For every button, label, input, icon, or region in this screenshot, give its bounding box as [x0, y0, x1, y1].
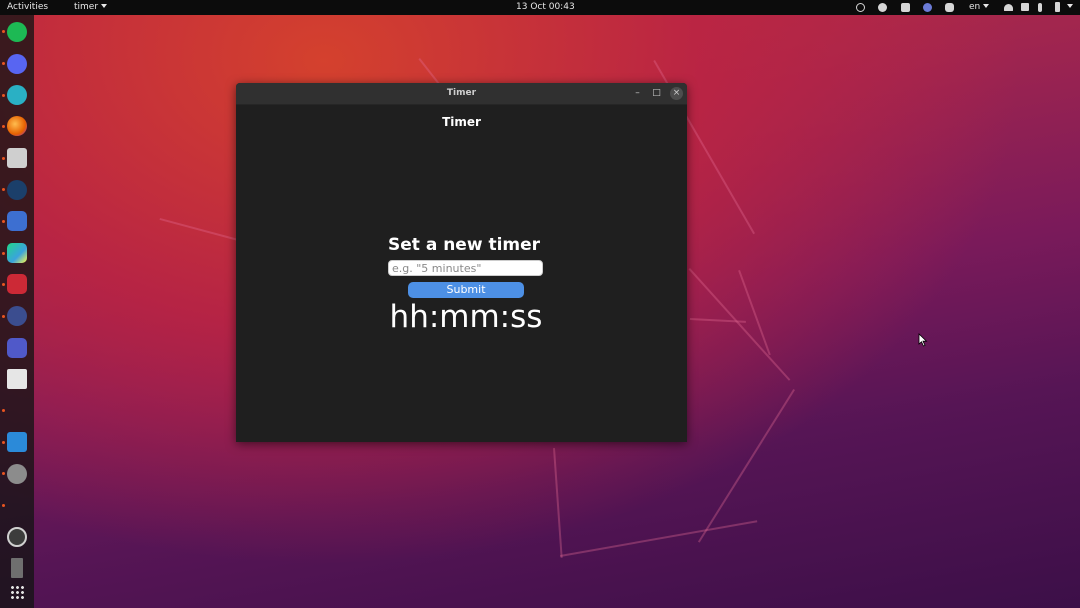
submit-button[interactable]: Submit: [408, 282, 524, 298]
running-indicator: [2, 157, 5, 160]
chevron-down-icon: [1067, 4, 1073, 8]
window-titlebar[interactable]: Timer – □ ×: [236, 83, 687, 105]
mail-icon[interactable]: [7, 85, 27, 105]
close-button[interactable]: ×: [670, 87, 683, 100]
app-menu-label: timer: [74, 2, 99, 12]
dock: [0, 15, 34, 608]
steam-tray-icon[interactable]: [878, 3, 887, 12]
steam-icon[interactable]: [7, 180, 27, 200]
battery-icon[interactable]: [1055, 2, 1060, 12]
screenshot-tool-icon[interactable]: [7, 211, 27, 231]
timer-window: Timer – □ × Timer Set a new timer Submit…: [236, 83, 687, 442]
running-indicator: [2, 125, 5, 128]
pycharm-icon[interactable]: [7, 243, 27, 263]
running-indicator: [2, 220, 5, 223]
form-title: Set a new timer: [388, 235, 541, 255]
running-indicator: [2, 504, 5, 507]
running-indicator: [2, 252, 5, 255]
running-indicator: [2, 315, 5, 318]
wallpaper-line: [689, 318, 746, 323]
mouse-cursor-icon: [918, 333, 928, 347]
timer-duration-input[interactable]: [388, 260, 543, 276]
chevron-down-icon: [983, 4, 990, 8]
trash-icon[interactable]: [11, 558, 23, 578]
microphone-icon[interactable]: [1038, 3, 1042, 12]
update-icon[interactable]: [856, 3, 865, 12]
running-indicator: [2, 30, 5, 33]
activities-button[interactable]: Activities: [7, 0, 48, 15]
network-activity-icon[interactable]: [923, 3, 932, 12]
discord-tray-icon[interactable]: [945, 3, 954, 12]
firefox-icon[interactable]: [7, 116, 27, 136]
wallpaper-line: [560, 520, 758, 557]
running-indicator: [2, 62, 5, 65]
time-display: hh:mm:ss: [389, 299, 543, 335]
app-heading: Timer: [442, 115, 481, 129]
wallpaper-line: [159, 218, 247, 244]
wallpaper-line: [697, 388, 795, 543]
spotify-icon[interactable]: [7, 22, 27, 42]
minimize-button[interactable]: –: [631, 87, 644, 100]
window-title: Timer: [446, 88, 477, 98]
running-indicator: [2, 283, 5, 286]
screenshot-icon[interactable]: [901, 3, 910, 12]
speaker-icon[interactable]: [1021, 3, 1029, 11]
discord-icon[interactable]: [7, 54, 27, 74]
teams-icon[interactable]: [7, 338, 27, 358]
keepass-icon[interactable]: [7, 306, 27, 326]
settings-icon[interactable]: [7, 464, 27, 484]
vscode-icon[interactable]: [7, 432, 27, 452]
zotero-icon[interactable]: [7, 274, 27, 294]
running-indicator: [2, 441, 5, 444]
language-indicator[interactable]: en: [969, 0, 990, 15]
running-indicator: [2, 188, 5, 191]
desktop: Activities timer 13 Oct 00:43 en Timer –…: [0, 0, 1080, 608]
running-indicator: [2, 94, 5, 97]
wallpaper-line: [553, 448, 563, 558]
running-indicator: [2, 472, 5, 475]
top-bar: Activities timer 13 Oct 00:43 en: [0, 0, 1080, 15]
obs-icon[interactable]: [7, 527, 27, 547]
files-icon[interactable]: [7, 148, 27, 168]
wallpaper-line: [688, 268, 791, 381]
chevron-down-icon: [101, 4, 108, 8]
wifi-icon[interactable]: [1004, 4, 1013, 11]
language-label: en: [969, 2, 981, 12]
maximize-button[interactable]: □: [650, 87, 663, 100]
clock[interactable]: 13 Oct 00:43: [516, 0, 575, 15]
grid-icon[interactable]: [10, 585, 24, 599]
system-menu-caret[interactable]: [1064, 0, 1073, 15]
calendar-icon[interactable]: [7, 369, 27, 389]
running-indicator: [2, 409, 5, 412]
app-menu[interactable]: timer: [74, 0, 108, 15]
